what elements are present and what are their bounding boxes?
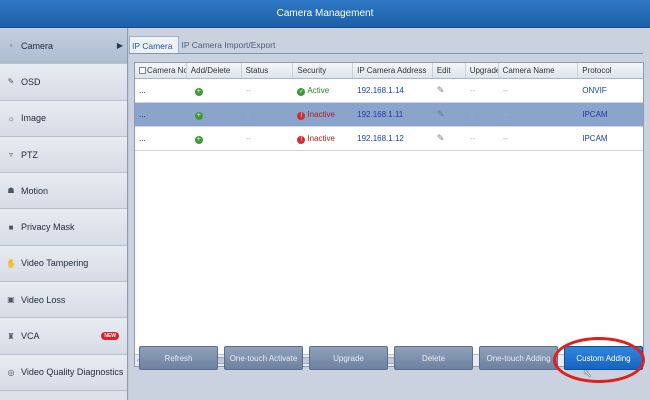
check-icon: ✓	[297, 87, 306, 96]
sidebar-item-label: Video Loss	[21, 294, 66, 305]
warning-icon: !	[297, 111, 306, 120]
sidebar-item-label: Camera	[21, 40, 54, 51]
protocol: IPCAM	[582, 134, 608, 143]
protocol: ONVIF	[582, 86, 607, 95]
sidebar-item-label: Privacy Mask	[21, 222, 75, 233]
column-header-status[interactable]: Status	[242, 63, 294, 78]
upgrade-cell: --	[469, 110, 476, 119]
camera-no: ...	[139, 86, 146, 95]
column-header-security[interactable]: Security	[293, 63, 354, 78]
ip-address: 192.168.1.14	[357, 86, 404, 95]
diagnostics-icon: ◎	[7, 367, 15, 377]
chevron-right-icon: ▶	[116, 41, 123, 51]
custom-adding-button[interactable]: Custom Adding	[564, 346, 643, 370]
table-row[interactable]: ... + -- ! Inactive 192.168.1.11 ✎ -- -- …	[135, 103, 643, 127]
column-header-add-delete[interactable]: Add/Delete	[187, 63, 242, 78]
mouse-cursor-icon: ↖	[583, 368, 593, 380]
video-loss-icon: ▣	[7, 295, 15, 305]
security-status: Inactive	[307, 133, 335, 143]
osd-icon: ✎	[7, 77, 15, 87]
add-icon[interactable]: +	[194, 87, 203, 96]
ip-address: 192.168.1.12	[357, 134, 404, 143]
status-cell: --	[245, 110, 251, 119]
upgrade-cell: --	[469, 134, 476, 143]
edit-icon[interactable]: ✎	[437, 85, 445, 95]
edit-icon[interactable]: ✎	[437, 133, 445, 143]
camera-no: ...	[139, 110, 146, 119]
window-title: Camera Management	[0, 0, 650, 28]
table-row[interactable]: ... + -- ✓ Active 192.168.1.14 ✎ -- -- ON…	[135, 79, 643, 103]
one-touch-activate-button[interactable]: One-touch Activate	[224, 346, 303, 370]
sidebar-item-label: OSD	[21, 76, 41, 87]
ip-address: 192.168.1.11	[357, 110, 404, 119]
one-touch-adding-button[interactable]: One-touch Adding	[479, 346, 558, 370]
sidebar-item-image[interactable]: ☼ Image	[0, 100, 127, 137]
select-all-checkbox[interactable]	[139, 67, 146, 75]
camera-icon: ▫	[9, 41, 13, 51]
column-header-edit[interactable]: Edit	[433, 63, 466, 78]
table-row[interactable]: ... + -- ! Inactive 192.168.1.12 ✎ -- -- …	[135, 127, 643, 151]
status-cell: --	[245, 86, 251, 95]
camera-table: Camera No. Add/Delete Status Security IP…	[134, 62, 644, 367]
ptz-icon: ▿	[8, 150, 13, 160]
sidebar-item-motion[interactable]: ☗ Motion	[0, 173, 127, 210]
column-header-ip-address[interactable]: IP Camera Address	[353, 63, 433, 78]
sidebar-item-privacy-mask[interactable]: ■ Privacy Mask	[0, 209, 127, 246]
sidebar-item-label: Image	[21, 113, 47, 124]
camera-name: --	[502, 134, 508, 143]
sidebar-item-vca[interactable]: ♜ VCA NEW	[0, 318, 127, 355]
column-header-upgrade[interactable]: Upgrade	[466, 63, 499, 78]
privacy-mask-icon: ■	[8, 222, 14, 232]
refresh-button[interactable]: Refresh	[139, 346, 218, 370]
action-bar: Refresh One-touch Activate Upgrade Delet…	[139, 346, 649, 372]
edit-icon[interactable]: ✎	[437, 109, 445, 119]
upgrade-button[interactable]: Upgrade	[309, 346, 388, 370]
vca-icon: ♜	[7, 331, 15, 341]
tab-bar: IP Camera IP Camera Import/Export	[129, 36, 643, 54]
security-status: Inactive	[307, 109, 335, 119]
image-icon: ☼	[7, 113, 15, 123]
sidebar-item-label: Motion	[21, 185, 49, 196]
tab-ip-camera-import-export[interactable]: IP Camera Import/Export	[179, 36, 281, 53]
add-icon[interactable]: +	[194, 111, 203, 120]
camera-name: --	[502, 110, 508, 119]
status-cell: --	[245, 134, 251, 143]
warning-icon: !	[297, 135, 306, 144]
sidebar-item-label: Video Quality Diagnostics	[21, 367, 124, 378]
sidebar-item-label: VCA	[21, 331, 40, 342]
sidebar-item-label: PTZ	[21, 149, 38, 160]
tampering-icon: ✋	[6, 258, 16, 268]
camera-no: ...	[139, 134, 146, 143]
tab-ip-camera[interactable]: IP Camera	[129, 36, 180, 53]
sidebar-item-video-tampering[interactable]: ✋ Video Tampering	[0, 245, 127, 283]
sidebar-item-osd[interactable]: ✎ OSD	[0, 64, 127, 101]
main-panel: IP Camera IP Camera Import/Export Camera…	[129, 28, 650, 400]
sidebar-item-video-loss[interactable]: ▣ Video Loss	[0, 282, 127, 319]
sidebar-item-video-quality-diagnostics[interactable]: ◎ Video Quality Diagnostics	[0, 354, 127, 391]
column-header-camera-name[interactable]: Camera Name	[499, 63, 579, 78]
protocol: IPCAM	[582, 110, 608, 119]
camera-name: --	[502, 86, 508, 95]
sidebar-item-label: Video Tampering	[21, 258, 89, 269]
sidebar-item-camera[interactable]: ▫ Camera ▶	[0, 28, 127, 65]
add-icon[interactable]: +	[194, 135, 203, 144]
column-header-protocol[interactable]: Protocol	[578, 63, 643, 78]
motion-icon: ☗	[7, 186, 15, 196]
sidebar-item-ptz[interactable]: ▿ PTZ	[0, 136, 127, 174]
upgrade-cell: --	[469, 86, 476, 95]
new-badge: NEW	[101, 332, 119, 341]
delete-button[interactable]: Delete	[394, 346, 473, 370]
security-status: Active	[307, 85, 330, 95]
table-header: Camera No. Add/Delete Status Security IP…	[135, 63, 643, 79]
column-header-camera-no[interactable]: Camera No.	[135, 63, 187, 78]
sidebar: ▫ Camera ▶ ✎ OSD ☼ Image ▿ PTZ ☗ Motion …	[0, 28, 128, 400]
